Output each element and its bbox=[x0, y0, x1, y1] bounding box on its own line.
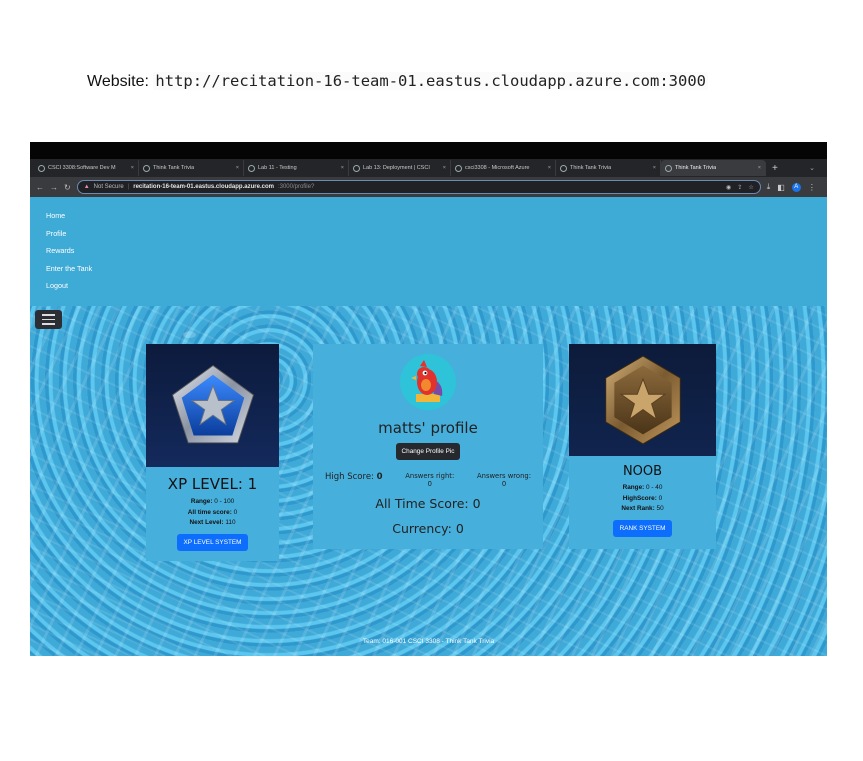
profile-avatar[interactable]: A bbox=[791, 182, 801, 192]
hamburger-menu-button[interactable] bbox=[35, 310, 62, 329]
warning-icon: ▲ bbox=[83, 184, 90, 190]
browser-tab[interactable]: Think Tank Trivia × bbox=[556, 160, 661, 176]
share-icon[interactable]: ⇪ bbox=[737, 184, 742, 191]
browser-tab[interactable]: CSCI 3308:Software Dev M × bbox=[34, 160, 139, 176]
tab-favicon-icon bbox=[143, 164, 150, 172]
xp-all-time-score: All time score: 0 bbox=[187, 508, 238, 516]
browser-screenshot: CSCI 3308:Software Dev M × Think Tank Tri… bbox=[30, 142, 827, 656]
web-page: Home Profile Rewards Enter the Tank Logo… bbox=[30, 197, 827, 656]
download-icon[interactable]: ⤓ bbox=[767, 182, 771, 192]
profile-picture-avatar bbox=[400, 354, 456, 410]
xp-level-system-button[interactable]: XP LEVEL SYSTEM bbox=[176, 533, 249, 551]
security-label: Not Secure bbox=[93, 184, 124, 190]
address-bar[interactable]: ▲ Not Secure | recitation-16-team-01.eas… bbox=[76, 180, 761, 194]
xp-level-card: XP LEVEL: 1 Range: 0 - 100 All time scor… bbox=[146, 344, 279, 561]
tab-favicon-icon bbox=[665, 164, 672, 172]
rank-card: NOOB Range: 0 - 40 HighScore: 0 Next Ran… bbox=[569, 344, 716, 549]
rank-range: Range: 0 - 40 bbox=[622, 484, 663, 491]
forward-icon[interactable]: → bbox=[50, 183, 58, 192]
close-icon[interactable]: × bbox=[127, 165, 134, 171]
top-nav-menu: Home Profile Rewards Enter the Tank Logo… bbox=[30, 197, 827, 306]
nav-logout[interactable]: Logout bbox=[46, 281, 827, 299]
answers-wrong: Answers wrong: 0 bbox=[476, 472, 531, 488]
reload-icon[interactable]: ↻ bbox=[64, 183, 71, 192]
browser-tab[interactable]: csci3308 - Microsoft Azure × bbox=[451, 160, 556, 176]
xp-range: Range: 0 - 100 bbox=[190, 498, 235, 505]
close-icon[interactable]: × bbox=[337, 165, 344, 171]
browser-tab-active[interactable]: Think Tank Trivia × bbox=[661, 160, 766, 176]
address-host: recitation-16-team-01.eastus.cloudapp.az… bbox=[133, 184, 274, 190]
rank-system-button[interactable]: RANK SYSTEM bbox=[612, 519, 673, 537]
browser-tab[interactable]: Think Tank Trivia × bbox=[139, 160, 244, 176]
profile-stats-row: High Score: 0 Answers right: 0 Answers wr… bbox=[313, 472, 543, 488]
tab-favicon-icon bbox=[38, 164, 45, 172]
close-icon[interactable]: × bbox=[754, 165, 761, 171]
page-footer: Team: 016-001 CSCI 3308 - Think Tank Tri… bbox=[362, 638, 495, 645]
tab-favicon-icon bbox=[353, 164, 360, 172]
browser-tab[interactable]: Lab 11 - Testing × bbox=[244, 160, 349, 176]
menu-kebab-icon[interactable]: ⋮ bbox=[808, 183, 816, 192]
bookmark-star-icon[interactable]: ☆ bbox=[748, 184, 753, 191]
google-lens-icon[interactable]: ◉ bbox=[726, 184, 731, 191]
chevron-down-icon[interactable]: ⌄ bbox=[809, 164, 815, 172]
xp-badge-icon bbox=[146, 344, 279, 467]
caption-label: Website: bbox=[87, 73, 149, 90]
new-tab-icon[interactable]: + bbox=[772, 163, 778, 174]
rank-badge-icon bbox=[569, 344, 716, 456]
profile-name: matts' profile bbox=[378, 419, 478, 437]
high-score: High Score: 0 bbox=[325, 472, 383, 482]
nav-enter-the-tank[interactable]: Enter the Tank bbox=[46, 264, 827, 282]
nav-profile[interactable]: Profile bbox=[46, 229, 827, 247]
tab-favicon-icon bbox=[248, 164, 255, 172]
website-caption: Website: http://recitation-16-team-01.ea… bbox=[87, 72, 708, 91]
address-bar-row: ← → ↻ ▲ Not Secure | recitation-16-team-… bbox=[30, 177, 827, 197]
change-profile-pic-button[interactable]: Change Profile Pic bbox=[395, 443, 461, 460]
rank-title: NOOB bbox=[622, 464, 663, 479]
close-icon[interactable]: × bbox=[439, 165, 446, 171]
browser-top-strip bbox=[30, 142, 827, 159]
close-icon[interactable]: × bbox=[232, 165, 239, 171]
browser-tab[interactable]: Lab 13: Deployment | CSCI × bbox=[349, 160, 451, 176]
back-icon[interactable]: ← bbox=[36, 183, 44, 192]
close-icon[interactable]: × bbox=[544, 165, 551, 171]
profile-card: matts' profile Change Profile Pic High S… bbox=[313, 344, 543, 549]
address-path: :3000/profile? bbox=[277, 184, 315, 190]
rank-next-rank: Next Rank: 50 bbox=[621, 505, 664, 512]
tab-favicon-icon bbox=[455, 164, 462, 172]
close-icon[interactable]: × bbox=[649, 165, 656, 171]
nav-rewards[interactable]: Rewards bbox=[46, 246, 827, 264]
all-time-score: All Time Score: 0 bbox=[375, 496, 481, 511]
tab-bar: CSCI 3308:Software Dev M × Think Tank Tri… bbox=[30, 159, 827, 177]
xp-level-title: XP LEVEL: 1 bbox=[167, 475, 258, 493]
nav-home[interactable]: Home bbox=[46, 211, 827, 229]
side-panel-icon[interactable]: ◧ bbox=[777, 183, 785, 192]
answers-right: Answers right: 0 bbox=[405, 472, 455, 488]
tab-favicon-icon bbox=[560, 164, 567, 172]
xp-next-level: Next Level: 110 bbox=[189, 519, 236, 526]
caption-url: http://recitation-16-team-01.eastus.clou… bbox=[153, 72, 708, 90]
currency: Currency: 0 bbox=[392, 521, 464, 536]
rank-highscore: HighScore: 0 bbox=[622, 494, 663, 502]
